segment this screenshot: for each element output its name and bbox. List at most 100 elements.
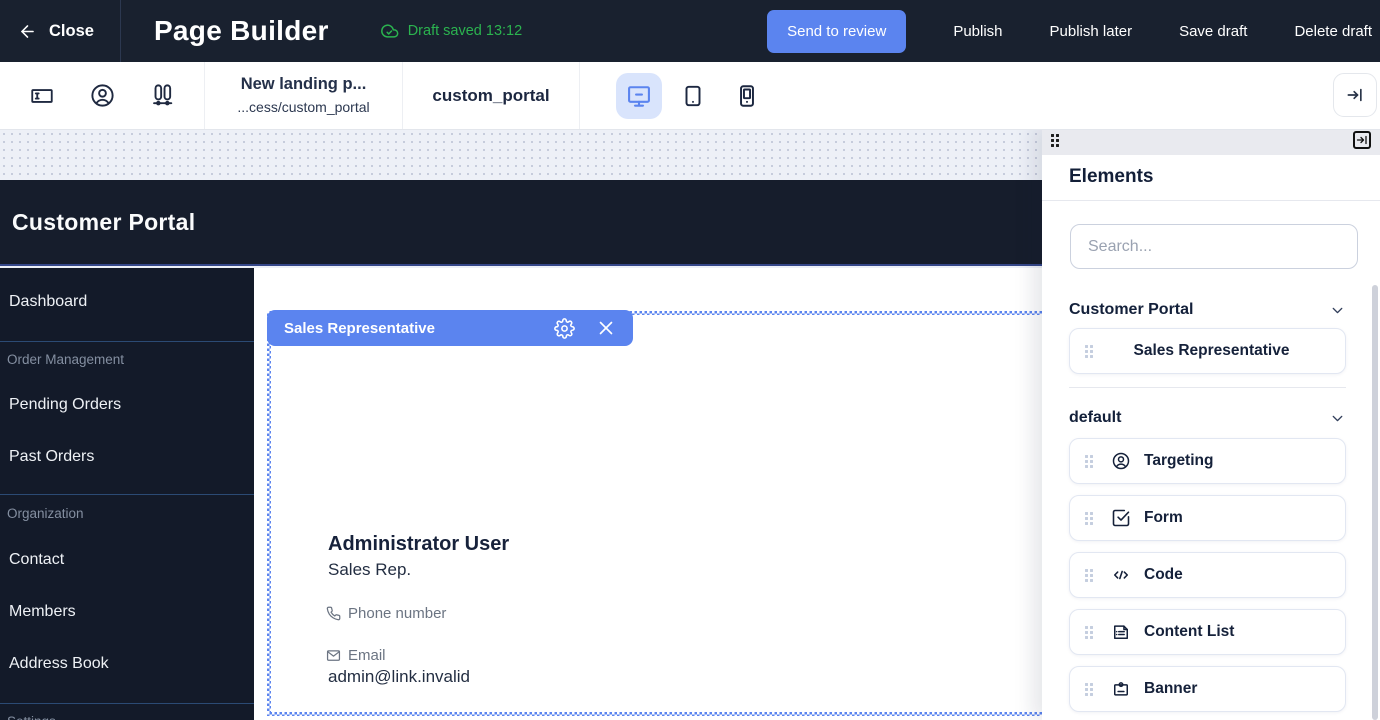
- element-card-label: Targeting: [1144, 452, 1213, 470]
- element-card-label: Form: [1144, 509, 1183, 527]
- preview-page-title: Customer Portal: [12, 209, 195, 236]
- mobile-icon: [734, 83, 760, 109]
- contact-role: Sales Rep.: [328, 560, 411, 580]
- sidebar-item-contact[interactable]: Contact: [9, 551, 64, 569]
- contact-email-row: Email: [326, 647, 386, 664]
- group-divider: [1069, 387, 1346, 388]
- page-selector[interactable]: New landing p... ...cess/custom_portal: [205, 62, 403, 129]
- selected-element-label-bar[interactable]: Sales Representative: [267, 310, 633, 346]
- selection-border-left: [267, 311, 271, 716]
- page-path: ...cess/custom_portal: [237, 97, 369, 117]
- topbar-actions: Send to review Publish Publish later Sav…: [767, 10, 1380, 53]
- sidebar-section-organization: Organization: [7, 506, 84, 521]
- sidebar-item-members[interactable]: Members: [9, 603, 76, 621]
- group-name: Customer Portal: [1069, 301, 1193, 319]
- panel-scrollbar[interactable]: [1372, 285, 1378, 720]
- search-input[interactable]: [1070, 224, 1358, 269]
- element-card-form[interactable]: Form: [1069, 495, 1346, 541]
- element-card-label: Content List: [1144, 623, 1234, 641]
- element-card-targeting[interactable]: Targeting: [1069, 438, 1346, 484]
- sidebar-item-address-book[interactable]: Address Book: [9, 655, 109, 673]
- group-header-default[interactable]: default: [1069, 407, 1346, 429]
- sidebar-divider: [0, 703, 254, 704]
- drag-handle-icon[interactable]: [1085, 569, 1093, 582]
- element-card-label: Sales Representative: [1093, 342, 1330, 360]
- publish-later-button[interactable]: Publish later: [1050, 23, 1133, 40]
- element-card-code[interactable]: Code: [1069, 552, 1346, 598]
- drag-handle-icon[interactable]: [1051, 134, 1059, 147]
- selection-border-bottom: [267, 712, 1080, 716]
- collapse-panel-icon: [1356, 134, 1368, 146]
- banner-icon: [1111, 679, 1131, 699]
- selected-element-label: Sales Representative: [284, 320, 551, 337]
- audience-icon[interactable]: [84, 78, 120, 114]
- page-name: New landing p...: [241, 73, 367, 97]
- save-draft-button[interactable]: Save draft: [1179, 23, 1247, 40]
- drag-handle-icon[interactable]: [1085, 455, 1093, 468]
- close-button[interactable]: Close: [0, 0, 120, 62]
- element-card-banner[interactable]: Banner: [1069, 666, 1346, 712]
- chevron-down-icon: [1329, 302, 1346, 319]
- drag-handle-icon[interactable]: [1085, 512, 1093, 525]
- elements-panel: Elements Customer Portal Sales Represent…: [1042, 125, 1380, 720]
- tablet-icon: [680, 83, 706, 109]
- sliders-icon[interactable]: [144, 78, 180, 114]
- contact-email-label: Email: [348, 647, 386, 664]
- panel-title: Elements: [1069, 166, 1153, 188]
- sidebar-item-pending-orders[interactable]: Pending Orders: [9, 396, 121, 414]
- contact-phone-row: Phone number: [326, 605, 446, 622]
- send-to-review-button[interactable]: Send to review: [767, 10, 906, 53]
- drag-handle-icon[interactable]: [1085, 345, 1093, 358]
- element-card-sales-representative[interactable]: Sales Representative: [1069, 328, 1346, 374]
- sidebar-item-past-orders[interactable]: Past Orders: [9, 448, 94, 466]
- draft-status: Draft saved 13:12: [379, 21, 522, 41]
- device-tablet-button[interactable]: [670, 73, 716, 119]
- sidebar-divider: [0, 341, 254, 342]
- text-block-icon[interactable]: [24, 78, 60, 114]
- builder-toolbar: New landing p... ...cess/custom_portal c…: [0, 62, 1380, 130]
- sidebar-item-dashboard[interactable]: Dashboard: [9, 293, 87, 311]
- tab-custom-portal-label: custom_portal: [432, 86, 549, 106]
- group-name: default: [1069, 409, 1121, 427]
- publish-button[interactable]: Publish: [953, 23, 1002, 40]
- element-card-content-list[interactable]: Content List: [1069, 609, 1346, 655]
- tab-custom-portal[interactable]: custom_portal: [403, 62, 580, 129]
- cloud-check-icon: [379, 21, 399, 41]
- topbar-divider: [120, 0, 121, 62]
- draft-status-label: Draft saved 13:12: [408, 23, 522, 39]
- contact-phone-label: Phone number: [348, 605, 446, 622]
- delete-draft-button[interactable]: Delete draft: [1294, 23, 1372, 40]
- collapse-panel-button[interactable]: [1333, 73, 1377, 117]
- element-settings-button[interactable]: [551, 315, 577, 341]
- code-icon: [1111, 565, 1131, 585]
- preview-sidebar: Dashboard Order Management Pending Order…: [0, 268, 254, 720]
- panel-divider: [1042, 200, 1380, 201]
- sidebar-divider: [0, 494, 254, 495]
- app-title: Page Builder: [154, 15, 329, 47]
- element-remove-button[interactable]: [593, 315, 619, 341]
- close-icon: [595, 317, 617, 339]
- phone-icon: [326, 606, 341, 621]
- device-mobile-button[interactable]: [724, 73, 770, 119]
- targeting-icon: [1111, 451, 1131, 471]
- desktop-icon: [625, 82, 653, 110]
- gear-icon: [554, 318, 575, 339]
- element-card-label: Banner: [1144, 680, 1197, 698]
- collapse-panel-icon: [1345, 85, 1365, 105]
- contact-name: Administrator User: [328, 533, 509, 556]
- device-desktop-button[interactable]: [616, 73, 662, 119]
- back-icon: [18, 22, 37, 41]
- sidebar-section-settings: Settings: [7, 714, 56, 720]
- device-switcher: [580, 62, 770, 129]
- topbar: Close Page Builder Draft saved 13:12 Sen…: [0, 0, 1380, 62]
- content-list-icon: [1111, 622, 1131, 642]
- chevron-down-icon: [1329, 410, 1346, 427]
- group-header-customer-portal[interactable]: Customer Portal: [1069, 299, 1346, 321]
- drag-handle-icon[interactable]: [1085, 683, 1093, 696]
- panel-collapse-button[interactable]: [1353, 131, 1371, 149]
- form-icon: [1111, 508, 1131, 528]
- drag-handle-icon[interactable]: [1085, 626, 1093, 639]
- close-button-label: Close: [49, 22, 94, 41]
- element-card-label: Code: [1144, 566, 1183, 584]
- contact-email-value: admin@link.invalid: [328, 667, 470, 687]
